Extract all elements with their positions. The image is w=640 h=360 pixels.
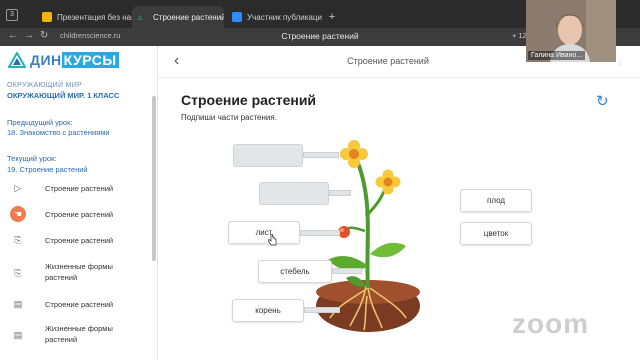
step-label: Жизненные формы растений (45, 262, 113, 282)
brand-logo[interactable]: ДИН КУРСЫ (8, 52, 119, 68)
chevron-right-icon[interactable]: › (618, 56, 622, 70)
task-instructions: Подпиши части растения. (181, 113, 277, 122)
sidebar-scrollbar[interactable] (152, 96, 156, 261)
clipboard-icon: ⎘ (14, 235, 22, 245)
step-label: Строение растений (45, 184, 114, 193)
tab-title: Презентация без назван (57, 12, 132, 22)
tab-title: Участник публикации - Z (247, 12, 322, 22)
tab-count-badge[interactable]: 3 (6, 9, 18, 21)
din-icon: ▵ (138, 12, 143, 22)
pointer-line (332, 268, 362, 274)
step-label: Строение растений (45, 210, 114, 219)
play-icon: ▷ (14, 183, 22, 193)
participant-video[interactable]: Галина Ивано... (526, 0, 616, 62)
label-fruit-option[interactable]: плод (460, 189, 532, 212)
triangle-logo-icon (8, 52, 26, 68)
hand-icon: ☚ (10, 206, 26, 222)
step-label: Жизненные формы растений (45, 324, 113, 344)
flower-top (340, 140, 368, 168)
slides-icon (42, 12, 52, 22)
label-flower-option[interactable]: цветок (460, 222, 532, 245)
flower-right (375, 169, 401, 195)
plant-illustration (316, 140, 420, 332)
zoom-icon (232, 12, 242, 22)
logo-text: ДИН КУРСЫ (30, 52, 119, 68)
tab-title: Строение растений (153, 12, 224, 22)
browser-tab-presentation[interactable]: Презентация без назван × (36, 6, 132, 28)
document-icon: ▤ (13, 330, 23, 340)
step-label: Строение растений (45, 236, 114, 245)
current-lesson-label: Текущий урок: (7, 154, 57, 163)
browser-tab-zoom[interactable]: Участник публикации - Z × (226, 6, 322, 28)
zoom-watermark: zoom (512, 308, 590, 339)
browser-tab-active[interactable]: ▵ Строение растений × (132, 6, 224, 28)
label-root-placed[interactable]: корень (232, 299, 304, 322)
previous-lesson-link[interactable]: 18. Знакомство с растениями (7, 128, 110, 137)
reset-icon[interactable]: ↻ (596, 92, 609, 110)
drop-zone-fruit[interactable] (259, 182, 329, 205)
course-title[interactable]: ОКРУЖАЮЩИЙ МИР. 1 КЛАСС (7, 91, 119, 100)
page-title: Строение растений (181, 92, 317, 108)
label-leaf-placed[interactable]: лист (228, 221, 300, 244)
current-lesson-link[interactable]: 19. Строение растений (7, 165, 88, 174)
subject-label: Окружающий мир (7, 82, 82, 89)
hand-cursor-icon (268, 234, 277, 246)
document-icon: ▤ (13, 299, 23, 309)
pointer-line (304, 307, 340, 313)
course-sidebar: ДИН КУРСЫ Окружающий мир ОКРУЖАЮЩИЙ МИР. … (0, 46, 158, 360)
label-stem-placed[interactable]: стебель (258, 260, 332, 283)
drop-zone-flower-left[interactable] (233, 144, 303, 167)
new-tab-icon[interactable]: + (326, 11, 338, 23)
clipboard-icon: ⎘ (14, 268, 22, 278)
pointer-line (303, 152, 339, 158)
pointer-line (329, 190, 351, 196)
step-label: Строение растений (45, 300, 114, 309)
previous-lesson-label: Предыдущий урок: (7, 118, 73, 127)
participant-name: Галина Ивано... (528, 51, 586, 60)
pointer-line (300, 230, 340, 236)
